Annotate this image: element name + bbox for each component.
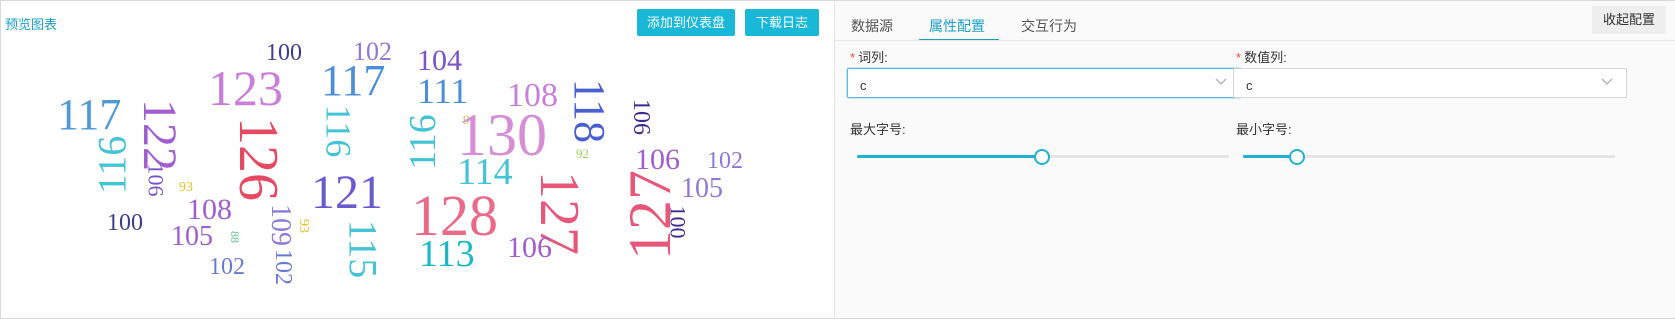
cloud-word: 113 [419,233,475,275]
cloud-word: 116 [401,114,444,170]
cloud-word: 117 [321,56,386,105]
required-mark: * [850,50,856,65]
chevron-down-icon [1215,78,1227,85]
cloud-word: 109 [265,204,296,246]
config-panel: 数据源 属性配置 交互行为 收起配置 * 词列: c * 数值列: c 最大字号: … [834,1,1675,317]
cloud-word: 105 [171,221,213,252]
cloud-word: 122 [133,99,186,171]
min-font-label: 最小字号: [1236,122,1292,137]
word-column-value: c [860,78,867,93]
cloud-word: 102 [270,249,296,285]
max-font-label: 最大字号: [850,122,906,137]
cloud-word: 88 [228,231,242,243]
tab-interaction[interactable]: 交互行为 [1021,16,1077,36]
slider-handle[interactable] [1289,149,1306,165]
tab-property-config[interactable]: 属性配置 [929,16,985,36]
cloud-word: 116 [318,104,359,158]
cloud-word: 126 [227,117,289,201]
cloud-word: 106 [628,99,654,135]
cloud-word: 115 [340,219,386,279]
word-column-label: * 词列: [850,47,888,66]
tab-data-source[interactable]: 数据源 [851,16,893,36]
value-column-value: c [1246,78,1253,93]
slider-handle[interactable] [1034,149,1051,165]
cloud-word: 100 [665,205,691,239]
value-column-label-text: 数值列: [1244,50,1287,65]
chart-preview: 预览图表 添加到仪表盘 下载日志 100 102 104 117 123 117… [1,1,833,317]
cloud-word: 117 [57,90,122,139]
cloud-word: 105 [681,173,723,204]
cloud-word: 123 [208,60,283,116]
cloud-word: 106 [507,231,552,264]
value-column-label: * 数值列: [1236,47,1287,66]
cloud-word: 92 [576,146,589,161]
max-font-slider[interactable] [857,147,1229,165]
cloud-word: 106 [143,163,169,197]
word-column-select[interactable]: c [847,68,1241,98]
tabs-divider [835,40,1675,41]
cloud-word: 118 [565,78,615,144]
collapse-config-button[interactable]: 收起配置 [1592,6,1666,34]
value-column-select[interactable]: c [1233,68,1627,98]
cloud-word: 102 [209,254,245,280]
min-font-slider[interactable] [1243,147,1615,165]
cloud-word: 100 [107,210,143,236]
cloud-word: 116 [89,135,135,195]
cloud-word: 121 [311,166,383,219]
cloud-word: 102 [707,148,743,174]
chevron-down-icon [1601,78,1613,85]
required-mark: * [1236,50,1242,65]
word-column-label-text: 词列: [858,50,888,65]
word-cloud: 100 102 104 117 123 117 111 108 118 122 … [1,1,833,317]
cloud-word: 93 [296,219,311,233]
slider-fill [857,155,1042,158]
